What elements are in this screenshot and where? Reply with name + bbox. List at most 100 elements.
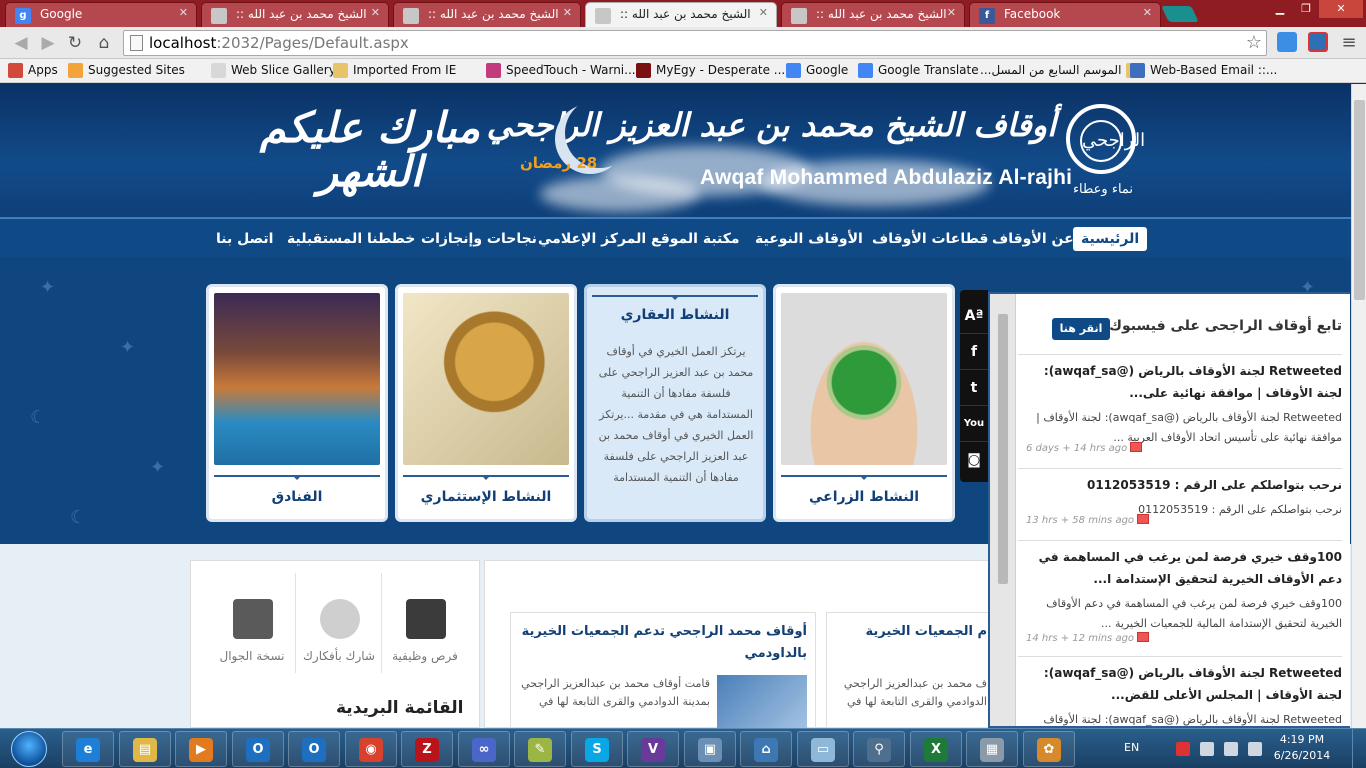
taskbar-app-button[interactable]: ⌂ bbox=[740, 731, 792, 767]
reload-icon[interactable]: ↻ bbox=[62, 30, 88, 56]
language-indicator[interactable]: EN bbox=[1124, 741, 1139, 754]
close-window-icon[interactable]: ✕ bbox=[1319, 0, 1363, 18]
youtube-icon[interactable]: You bbox=[960, 406, 988, 442]
back-icon[interactable]: ◀ bbox=[8, 30, 34, 56]
page-scrollbar[interactable] bbox=[1351, 84, 1366, 728]
facebook-click-here-button[interactable]: انقر هنا bbox=[1052, 318, 1110, 340]
new-tab-button[interactable] bbox=[1161, 6, 1199, 22]
system-clock[interactable]: 4:19 PM 6/26/2014 bbox=[1262, 732, 1342, 764]
nav-about[interactable]: عن الأوقاف bbox=[992, 227, 1074, 251]
taskbar-app-button[interactable]: ∞ bbox=[458, 731, 510, 767]
feed-post[interactable]: 100وقف خيري فرصة لمن يرغب في المساهمة في… bbox=[1026, 546, 1342, 644]
quick-link-mobile[interactable]: نسخة الجوال bbox=[209, 573, 295, 673]
quick-link-jobs[interactable]: فرص وظيفية bbox=[381, 573, 467, 673]
bookmark-google-translate[interactable]: Google Translate bbox=[858, 63, 979, 78]
network-tray-icon[interactable] bbox=[1200, 742, 1214, 756]
tab-close-icon[interactable]: ✕ bbox=[563, 6, 572, 19]
taskbar-app-button[interactable]: ▦ bbox=[966, 731, 1018, 767]
sector-card-hotels[interactable]: الفنادق bbox=[206, 284, 388, 522]
news-item[interactable]: أوقاف محمد الراجحي تدعم الجمعيات الخيرية… bbox=[510, 612, 816, 728]
star-icon: ✦ bbox=[150, 457, 166, 478]
tab-facebook[interactable]: f Facebook ✕ bbox=[969, 2, 1161, 27]
bookmark-web-based-email[interactable]: Web-Based Email ::... bbox=[1130, 63, 1277, 78]
nav-contact[interactable]: اتصل بنا bbox=[216, 227, 273, 251]
bookmark-suggested-sites[interactable]: Suggested Sites bbox=[68, 63, 185, 78]
home-icon[interactable]: ⌂ bbox=[91, 30, 117, 56]
instagram-icon[interactable]: ◙ bbox=[960, 442, 988, 478]
tab-awqaf-4[interactable]: :: أوقاف الشيخ محمد بن عبد الله ✕ bbox=[781, 2, 965, 27]
taskbar-app-button[interactable]: ✿ bbox=[1023, 731, 1075, 767]
news-item[interactable]: م الجمعيات الخيرية ف محمد بن عبدالعزيز ا… bbox=[826, 612, 996, 728]
nav-sectors[interactable]: قطاعات الأوقاف bbox=[872, 227, 988, 251]
sector-card-investment[interactable]: النشاط الإستثماري bbox=[395, 284, 577, 522]
tab-awqaf-active[interactable]: :: أوقاف الشيخ محمد بن عبد الله ✕ bbox=[585, 2, 777, 28]
tab-close-icon[interactable]: ✕ bbox=[947, 6, 956, 19]
sector-card-agriculture[interactable]: النشاط الزراعي bbox=[773, 284, 955, 522]
taskbar-app-button[interactable]: ▶ bbox=[175, 731, 227, 767]
bookmark-web-slice-gallery[interactable]: Web Slice Gallery bbox=[211, 63, 336, 78]
bookmark-speedtouch[interactable]: SpeedTouch - Warni... bbox=[486, 63, 636, 78]
tab-close-icon[interactable]: ✕ bbox=[179, 6, 188, 19]
bookmark-apps[interactable]: Apps bbox=[8, 63, 58, 78]
taskbar-app-button[interactable]: O bbox=[232, 731, 284, 767]
power-icon[interactable] bbox=[1224, 742, 1238, 756]
flag-icon[interactable] bbox=[1176, 742, 1190, 756]
address-bar[interactable]: localhost:2032/Pages/Default.aspx ☆ bbox=[123, 30, 1267, 56]
bookmark-imported-from-ie[interactable]: Imported From IE bbox=[333, 63, 456, 78]
scrollbar-thumb[interactable] bbox=[998, 314, 1008, 584]
tab-close-icon[interactable]: ✕ bbox=[759, 6, 768, 19]
feed-post[interactable]: Retweeted لجنة الأوقاف بالرياض (@awqaf_s… bbox=[1026, 360, 1342, 456]
taskbar-app-button[interactable]: V bbox=[627, 731, 679, 767]
sector-card-real-estate[interactable]: النشاط العقاري يرتكز العمل الخيري في أوق… bbox=[584, 284, 766, 522]
quick-link-ideas[interactable]: شارك بأفكارك bbox=[295, 573, 381, 673]
taskbar-app-button[interactable]: ⚲ bbox=[853, 731, 905, 767]
start-button[interactable] bbox=[2, 729, 56, 768]
taskbar-app-button[interactable]: Z bbox=[401, 731, 453, 767]
tab-awqaf-1[interactable]: :: أوقاف الشيخ محمد بن عبد الله ✕ bbox=[201, 2, 389, 27]
tab-close-icon[interactable]: ✕ bbox=[371, 6, 380, 19]
extension-icon[interactable] bbox=[1277, 32, 1297, 52]
clock-time: 4:19 PM bbox=[1279, 733, 1325, 746]
tab-google[interactable]: g Google ✕ bbox=[5, 2, 197, 27]
volume-icon[interactable] bbox=[1248, 742, 1262, 756]
show-desktop-button[interactable] bbox=[1352, 729, 1366, 768]
font-size-icon[interactable]: Aª bbox=[960, 298, 988, 334]
taskbar-app-button[interactable]: X bbox=[910, 731, 962, 767]
bookmark-arabic-series[interactable]: الموسم السابع من المسل... bbox=[980, 63, 1142, 78]
windows-logo-icon bbox=[11, 731, 47, 767]
chrome-icon: ◉ bbox=[359, 738, 383, 762]
taskbar-app-button[interactable]: ▤ bbox=[119, 731, 171, 767]
nav-library[interactable]: مكتبة الموقع bbox=[651, 227, 740, 251]
taskbar-app-button[interactable]: ✎ bbox=[514, 731, 566, 767]
taskbar-app-button[interactable]: e bbox=[62, 731, 114, 767]
scrollbar-thumb[interactable] bbox=[1354, 100, 1365, 300]
nav-media-center[interactable]: المركز الإعلامي bbox=[538, 227, 646, 251]
taskbar-app-button[interactable]: O bbox=[288, 731, 340, 767]
outlook-icon: O bbox=[246, 738, 270, 762]
taskbar-app-button[interactable]: S bbox=[571, 731, 623, 767]
tab-awqaf-2[interactable]: :: أوقاف الشيخ محمد بن عبد الله ✕ bbox=[393, 2, 581, 27]
taskbar-app-button[interactable]: ▣ bbox=[684, 731, 736, 767]
nav-qualitative-awqaf[interactable]: الأوقاف النوعية bbox=[755, 227, 863, 251]
panel-scrollbar[interactable] bbox=[990, 294, 1016, 726]
taskbar-app-button[interactable]: ◉ bbox=[345, 731, 397, 767]
nav-future-plans[interactable]: خططنا المستقبلية bbox=[287, 227, 415, 251]
bookmark-google[interactable]: Google bbox=[786, 63, 848, 78]
nav-home[interactable]: الرئيسية bbox=[1073, 227, 1148, 251]
restore-icon[interactable]: ❐ bbox=[1293, 0, 1319, 18]
bookmark-star-icon[interactable]: ☆ bbox=[1246, 31, 1262, 55]
facebook-icon[interactable]: f bbox=[960, 334, 988, 370]
calendar-icon bbox=[1130, 442, 1143, 452]
extension-icon[interactable] bbox=[1308, 32, 1328, 52]
nav-achievements[interactable]: نجاحات وإنجازات bbox=[421, 227, 537, 251]
tab-close-icon[interactable]: ✕ bbox=[1143, 6, 1152, 19]
twitter-icon[interactable]: t bbox=[960, 370, 988, 406]
menu-icon[interactable]: ≡ bbox=[1336, 30, 1362, 56]
hijri-date: 28 رمضان bbox=[520, 154, 598, 172]
taskbar-app-button[interactable]: ▭ bbox=[797, 731, 849, 767]
feed-post[interactable]: Retweeted لجنة الأوقاف بالرياض (@awqaf_s… bbox=[1026, 662, 1342, 726]
bookmark-myegy[interactable]: MyEgy - Desperate ... bbox=[636, 63, 785, 78]
forward-icon[interactable]: ▶ bbox=[35, 30, 61, 56]
feed-post[interactable]: نرحب بتواصلكم على الرقم : 0112053519 نرح… bbox=[1026, 474, 1342, 534]
minimize-icon[interactable]: ▁ bbox=[1267, 0, 1293, 18]
